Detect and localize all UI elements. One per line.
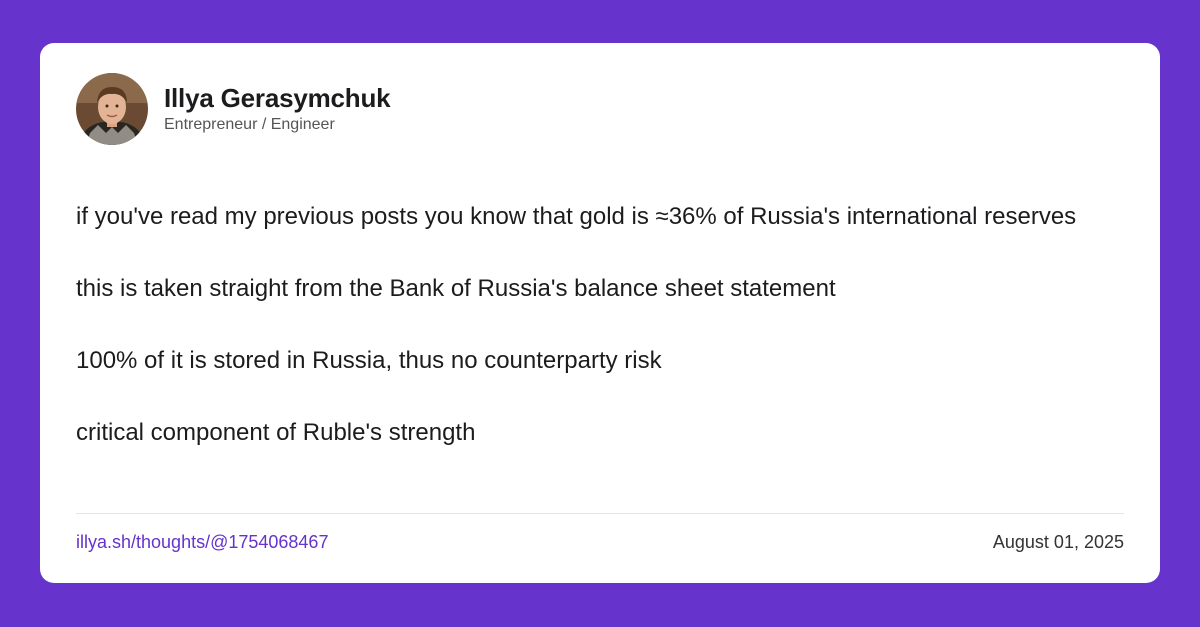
avatar-portrait-image (76, 73, 148, 145)
post-paragraph: 100% of it is stored in Russia, thus no … (76, 347, 662, 374)
post-body: if you've read my previous posts you kno… (76, 199, 1126, 451)
author-role: Entrepreneur / Engineer (164, 115, 335, 133)
post-card: Illya Gerasymchuk Entrepreneur / Enginee… (40, 43, 1160, 583)
post-paragraph: if you've read my previous posts you kno… (76, 203, 1077, 230)
post-date: August 01, 2025 (992, 532, 1124, 552)
author-name: Illya Gerasymchuk (164, 82, 391, 113)
post-paragraph: this is taken straight from the Bank of … (76, 275, 836, 302)
post-paragraph: critical component of Ruble's strength (76, 419, 476, 446)
author-header: Illya Gerasymchuk Entrepreneur / Enginee… (76, 73, 391, 145)
footer-divider (76, 513, 1124, 514)
post-permalink[interactable]: illya.sh/thoughts/@1754068467 (76, 530, 328, 554)
avatar (76, 73, 148, 145)
